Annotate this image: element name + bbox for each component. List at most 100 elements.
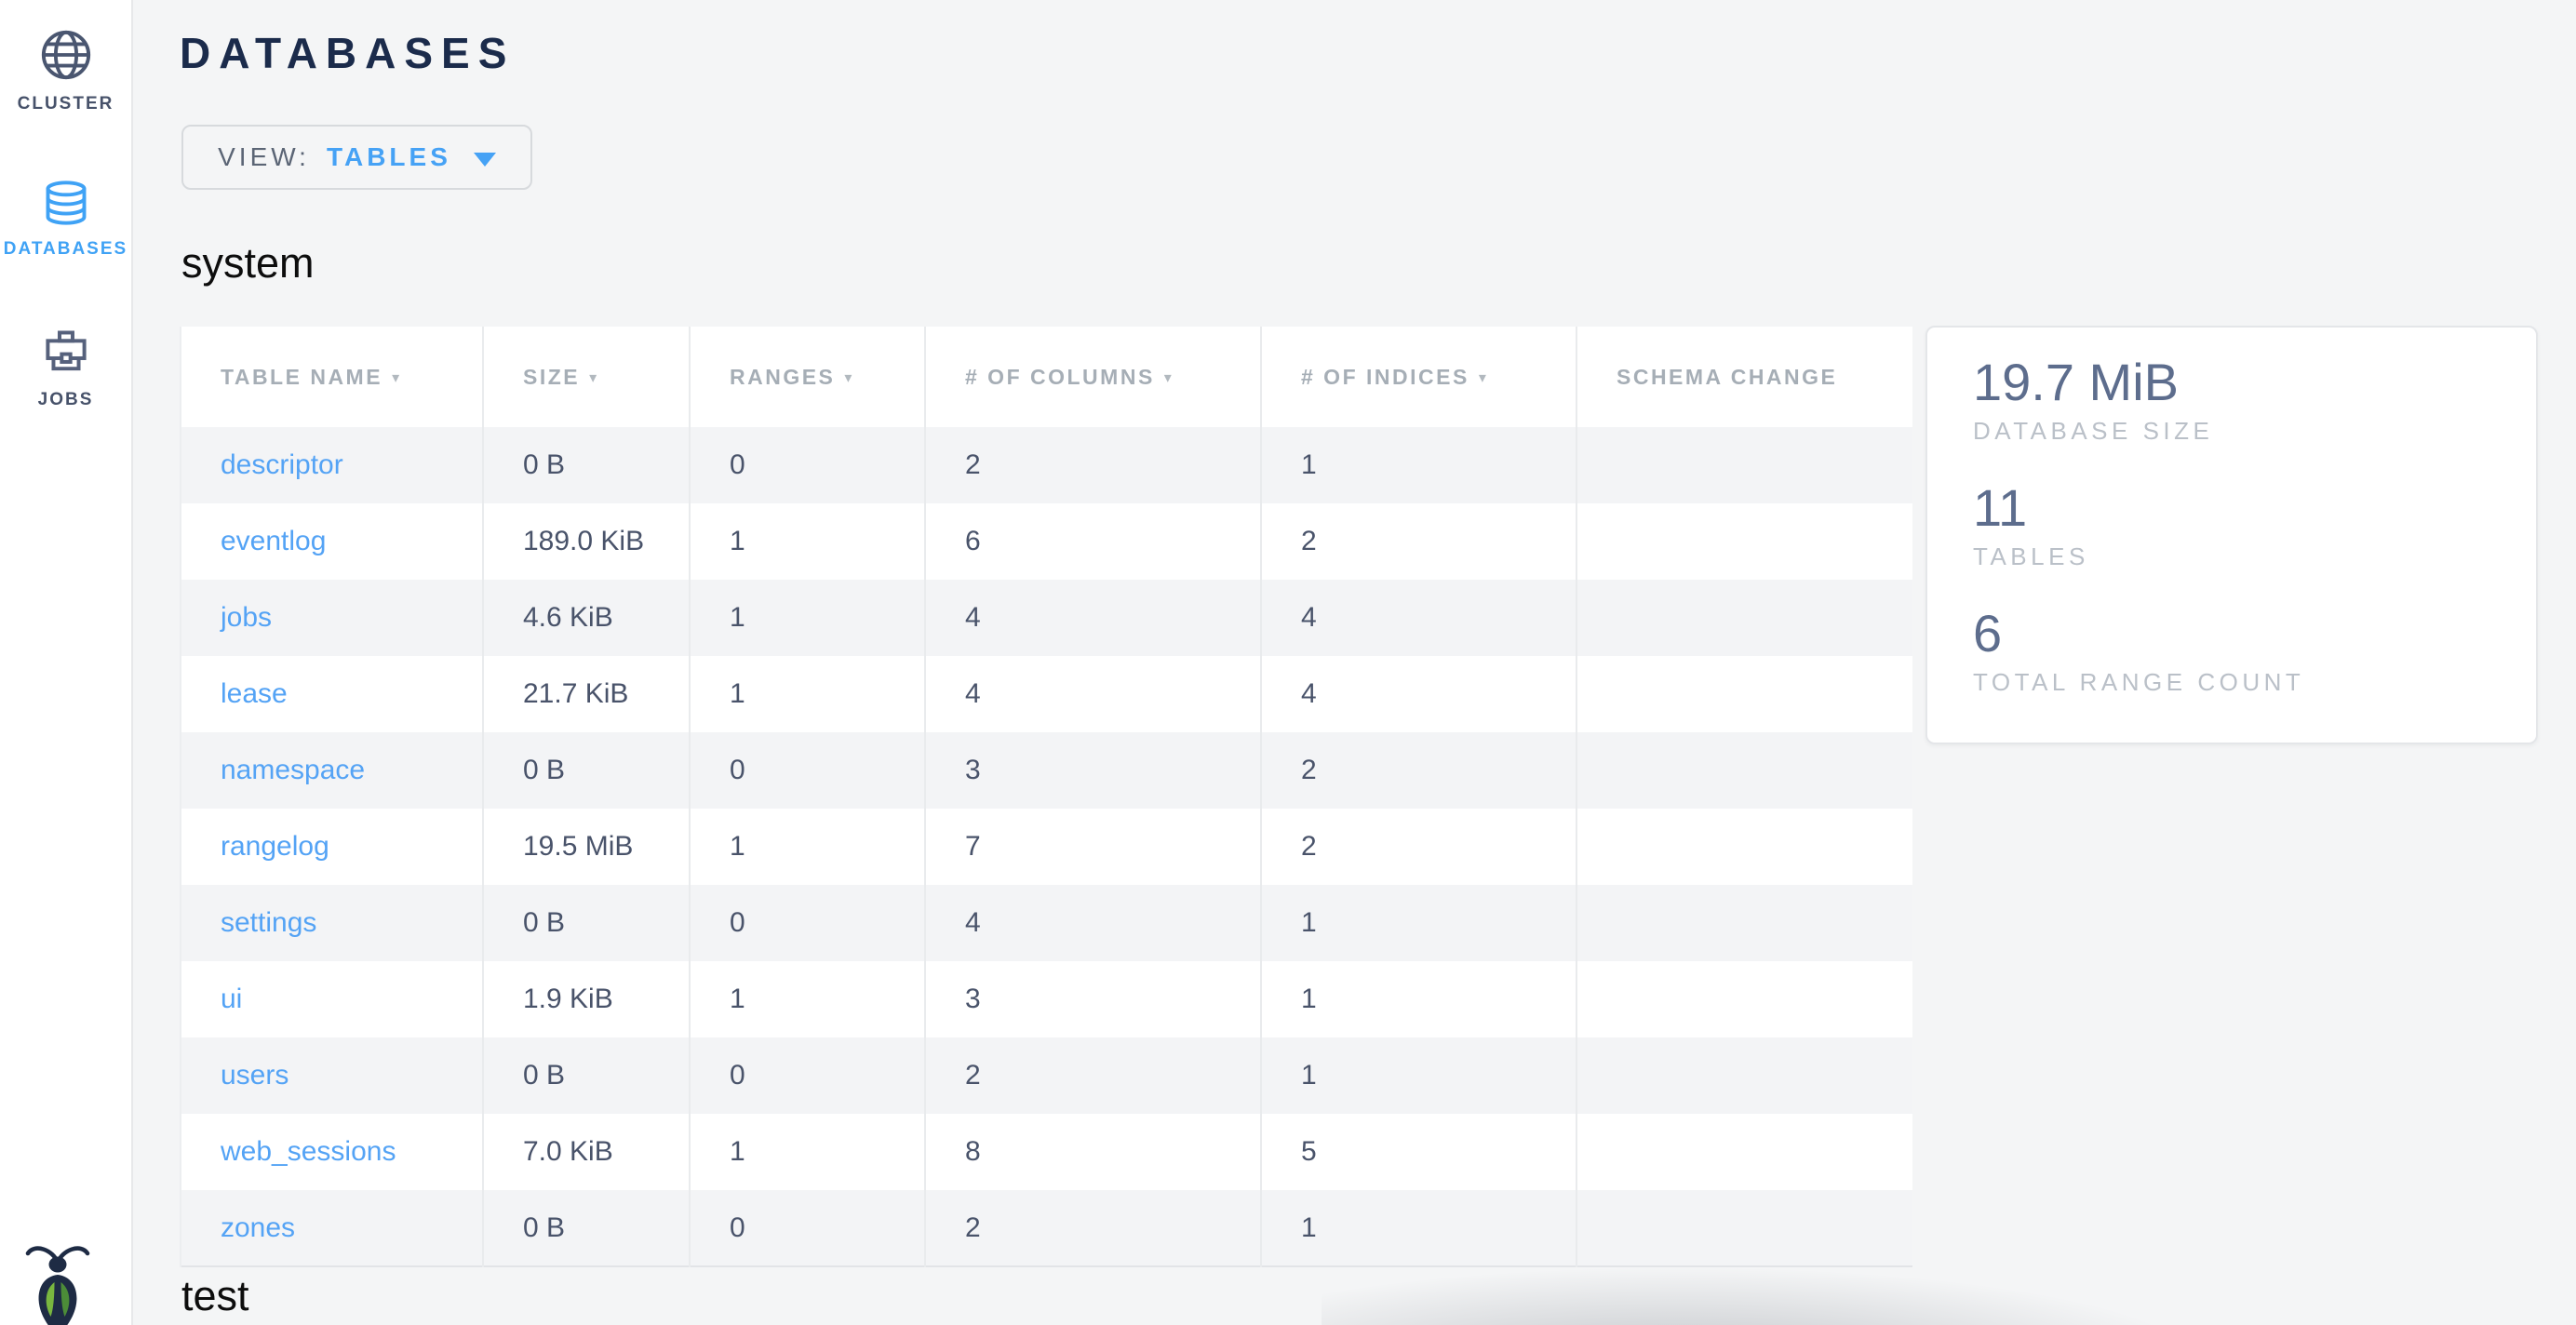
ranges-cell: 1 bbox=[690, 961, 925, 1037]
table-name-link[interactable]: eventlog bbox=[221, 526, 326, 556]
columns-cell: 3 bbox=[925, 961, 1261, 1037]
indices-cell: 2 bbox=[1261, 732, 1576, 809]
schema-change-cell bbox=[1576, 961, 1912, 1037]
sort-arrow-icon: ▾ bbox=[589, 370, 599, 386]
size-cell: 19.5 MiB bbox=[483, 809, 690, 885]
indices-cell: 4 bbox=[1261, 656, 1576, 732]
columns-cell: 4 bbox=[925, 885, 1261, 961]
ranges-cell: 0 bbox=[690, 732, 925, 809]
sidebar-item-label: CLUSTER bbox=[18, 94, 114, 114]
view-selector-label: VIEW: bbox=[218, 142, 310, 172]
table-name-link[interactable]: rangelog bbox=[221, 831, 329, 862]
column-header-size[interactable]: SIZE▾ bbox=[483, 327, 690, 427]
indices-cell: 1 bbox=[1261, 1190, 1576, 1266]
indices-cell: 5 bbox=[1261, 1114, 1576, 1190]
ranges-cell: 0 bbox=[690, 427, 925, 503]
sort-arrow-icon: ▾ bbox=[844, 370, 854, 386]
sidebar: CLUSTER DATABASES bbox=[0, 0, 133, 1325]
columns-cell: 6 bbox=[925, 503, 1261, 580]
table-name-link[interactable]: web_sessions bbox=[221, 1136, 396, 1167]
globe-icon bbox=[39, 28, 93, 82]
table-name-link[interactable]: jobs bbox=[221, 602, 272, 633]
size-cell: 0 B bbox=[483, 732, 690, 809]
indices-cell: 1 bbox=[1261, 961, 1576, 1037]
columns-cell: 4 bbox=[925, 656, 1261, 732]
size-cell: 189.0 KiB bbox=[483, 503, 690, 580]
stat-total-range-count: 6 TOTAL RANGE COUNT bbox=[1973, 607, 2499, 697]
column-header-ranges[interactable]: RANGES▾ bbox=[690, 327, 925, 427]
stat-label: TABLES bbox=[1973, 542, 2499, 571]
indices-cell: 1 bbox=[1261, 1037, 1576, 1114]
table-row: web_sessions 7.0 KiB 1 8 5 bbox=[181, 1114, 1912, 1190]
size-cell: 21.7 KiB bbox=[483, 656, 690, 732]
stat-database-size: 19.7 MiB DATABASE SIZE bbox=[1973, 355, 2499, 446]
sidebar-item-jobs[interactable]: JOBS bbox=[0, 326, 131, 410]
database-heading-test: test bbox=[181, 1275, 249, 1317]
table-row: descriptor 0 B 0 2 1 bbox=[181, 427, 1912, 503]
ranges-cell: 0 bbox=[690, 885, 925, 961]
schema-change-cell bbox=[1576, 885, 1912, 961]
schema-change-cell bbox=[1576, 1037, 1912, 1114]
ranges-cell: 1 bbox=[690, 503, 925, 580]
table-row: ui 1.9 KiB 1 3 1 bbox=[181, 961, 1912, 1037]
ranges-cell: 1 bbox=[690, 580, 925, 656]
column-header-indices[interactable]: # OF INDICES▾ bbox=[1261, 327, 1576, 427]
table-name-link[interactable]: lease bbox=[221, 678, 288, 709]
table-row: jobs 4.6 KiB 1 4 4 bbox=[181, 580, 1912, 656]
sort-arrow-icon: ▾ bbox=[1479, 370, 1489, 386]
indices-cell: 2 bbox=[1261, 503, 1576, 580]
page-title: DATABASES bbox=[180, 28, 515, 78]
sidebar-item-label: JOBS bbox=[38, 390, 94, 410]
view-selector-value: TABLES bbox=[327, 142, 451, 172]
schema-change-cell bbox=[1576, 1114, 1912, 1190]
schema-change-cell bbox=[1576, 732, 1912, 809]
view-selector-dropdown[interactable]: VIEW: TABLES bbox=[181, 125, 532, 190]
table-name-link[interactable]: users bbox=[221, 1060, 288, 1091]
size-cell: 7.0 KiB bbox=[483, 1114, 690, 1190]
table-name-link[interactable]: descriptor bbox=[221, 449, 343, 480]
table-row: lease 21.7 KiB 1 4 4 bbox=[181, 656, 1912, 732]
size-cell: 0 B bbox=[483, 427, 690, 503]
briefcase-icon bbox=[40, 326, 92, 378]
columns-cell: 2 bbox=[925, 427, 1261, 503]
schema-change-cell bbox=[1576, 656, 1912, 732]
table-header-row: TABLE NAME▾ SIZE▾ RANGES▾ # OF COLUMNS▾ … bbox=[181, 327, 1912, 427]
size-cell: 4.6 KiB bbox=[483, 580, 690, 656]
stat-value: 19.7 MiB bbox=[1973, 355, 2499, 408]
stat-label: DATABASE SIZE bbox=[1973, 417, 2499, 446]
columns-cell: 2 bbox=[925, 1190, 1261, 1266]
schema-change-cell bbox=[1576, 503, 1912, 580]
ranges-cell: 1 bbox=[690, 656, 925, 732]
column-header-table-name[interactable]: TABLE NAME▾ bbox=[181, 327, 483, 427]
table-name-link[interactable]: namespace bbox=[221, 755, 365, 785]
column-header-columns[interactable]: # OF COLUMNS▾ bbox=[925, 327, 1261, 427]
table-name-link[interactable]: zones bbox=[221, 1212, 295, 1243]
indices-cell: 1 bbox=[1261, 427, 1576, 503]
stat-tables: 11 TABLES bbox=[1973, 481, 2499, 571]
ranges-cell: 1 bbox=[690, 809, 925, 885]
sort-arrow-icon: ▾ bbox=[1164, 370, 1174, 386]
columns-cell: 8 bbox=[925, 1114, 1261, 1190]
stat-value: 11 bbox=[1973, 481, 2499, 534]
table-row: rangelog 19.5 MiB 1 7 2 bbox=[181, 809, 1912, 885]
size-cell: 0 B bbox=[483, 1037, 690, 1114]
size-cell: 1.9 KiB bbox=[483, 961, 690, 1037]
ranges-cell: 0 bbox=[690, 1037, 925, 1114]
size-cell: 0 B bbox=[483, 1190, 690, 1266]
chevron-down-icon bbox=[474, 153, 496, 167]
database-heading-system: system bbox=[181, 242, 315, 284]
table-row: namespace 0 B 0 3 2 bbox=[181, 732, 1912, 809]
sidebar-item-cluster[interactable]: CLUSTER bbox=[0, 28, 131, 114]
stat-value: 6 bbox=[1973, 607, 2499, 660]
sidebar-item-databases[interactable]: DATABASES bbox=[0, 179, 131, 260]
table-row: eventlog 189.0 KiB 1 6 2 bbox=[181, 503, 1912, 580]
cockroach-logo bbox=[20, 1238, 95, 1325]
columns-cell: 3 bbox=[925, 732, 1261, 809]
stat-label: TOTAL RANGE COUNT bbox=[1973, 668, 2499, 697]
columns-cell: 4 bbox=[925, 580, 1261, 656]
ranges-cell: 1 bbox=[690, 1114, 925, 1190]
schema-change-cell bbox=[1576, 809, 1912, 885]
columns-cell: 2 bbox=[925, 1037, 1261, 1114]
table-name-link[interactable]: ui bbox=[221, 984, 242, 1014]
table-name-link[interactable]: settings bbox=[221, 907, 316, 938]
